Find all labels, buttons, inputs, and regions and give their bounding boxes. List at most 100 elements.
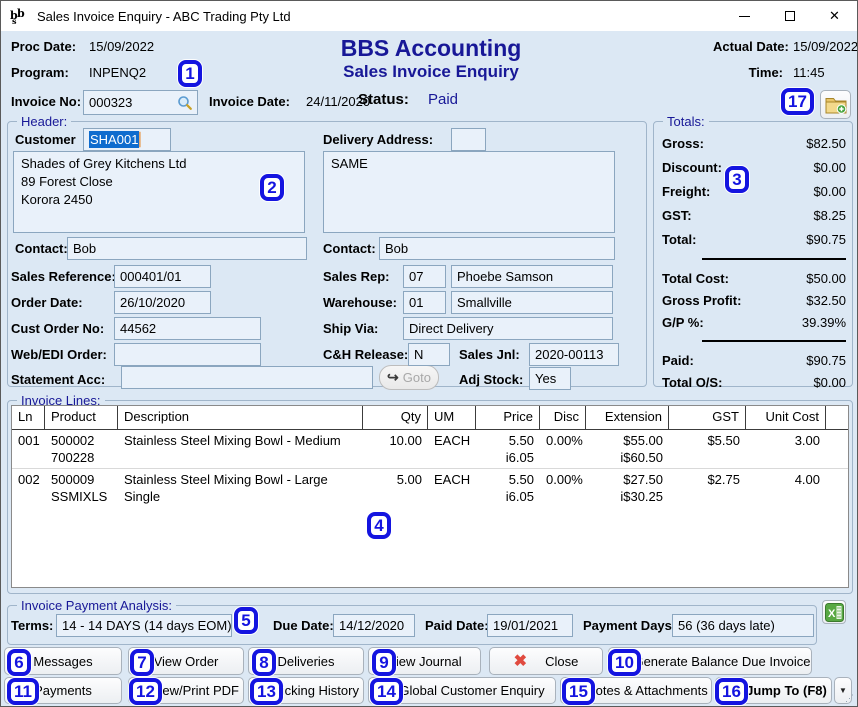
ship-via-field[interactable]: Direct Delivery xyxy=(403,317,613,340)
resize-grip[interactable]: ⋰ xyxy=(845,693,855,704)
som-mark-13: 13 xyxy=(250,678,283,705)
payment-days-field[interactable]: 56 (36 days late) xyxy=(672,614,814,637)
payment-days-label: Payment Days: xyxy=(583,618,676,633)
paid-date-field[interactable]: 19/01/2021 xyxy=(487,614,573,637)
sales-jnl-value: 2020-00113 xyxy=(535,347,603,362)
messages-button-label: Messages xyxy=(33,654,92,669)
cell-disc: 0.00% xyxy=(540,469,586,507)
paid-date-value: 19/01/2021 xyxy=(493,618,558,633)
som-mark-16: 16 xyxy=(715,678,748,705)
close-button[interactable]: ✖ Close xyxy=(489,647,603,675)
cell-um: EACH xyxy=(428,430,476,468)
svg-text:s: s xyxy=(12,16,17,25)
discount-label: Discount: xyxy=(662,160,722,175)
close-window-button[interactable]: ✕ xyxy=(812,1,857,31)
gross-value: $82.50 xyxy=(806,136,846,151)
cust-order-no-label: Cust Order No: xyxy=(11,321,104,336)
view-journal-button-label: View Journal xyxy=(387,654,461,669)
terms-field[interactable]: 14 - 14 DAYS (14 days EOM) xyxy=(56,614,232,637)
warehouse-code: 01 xyxy=(409,295,423,310)
invoice-date-label: Invoice Date: xyxy=(209,94,290,109)
som-mark-4: 4 xyxy=(367,512,391,539)
attachments-folder-button[interactable] xyxy=(820,90,851,119)
adj-stock-value: Yes xyxy=(535,371,556,386)
cust-order-no-field[interactable]: 44562 xyxy=(114,317,261,340)
cell-qty: 10.00 xyxy=(363,430,428,468)
customer-code-value: SHA001 xyxy=(89,131,139,148)
total-os-value: $0.00 xyxy=(813,375,846,390)
paid-date-label: Paid Date: xyxy=(425,618,489,633)
col-header-disc: Disc xyxy=(540,406,586,429)
sales-rep-name: Phoebe Samson xyxy=(457,269,553,284)
col-header-ln: Ln xyxy=(12,406,45,429)
warehouse-code-field[interactable]: 01 xyxy=(403,291,446,314)
delivery-contact-field[interactable]: Bob xyxy=(379,237,615,260)
cell-extension: $27.50 i$30.25 xyxy=(586,469,669,507)
cell-ln: 001 xyxy=(12,430,45,468)
search-icon[interactable] xyxy=(177,95,193,111)
maximize-button[interactable] xyxy=(767,1,812,31)
cell-description: Stainless Steel Mixing Bowl - Large Sing… xyxy=(118,469,363,507)
sales-reference-value: 000401/01 xyxy=(120,269,181,284)
gross-profit-value: $32.50 xyxy=(806,293,846,308)
sales-rep-code-field[interactable]: 07 xyxy=(403,265,446,288)
cell-filler xyxy=(826,469,849,507)
folder-add-icon xyxy=(825,95,847,114)
total-os-label: Total O/S: xyxy=(662,375,722,390)
table-row[interactable]: 002 500009 SSMIXLS Stainless Steel Mixin… xyxy=(12,469,848,507)
ship-via-label: Ship Via: xyxy=(323,321,378,336)
sales-reference-field[interactable]: 000401/01 xyxy=(114,265,211,288)
sales-jnl-field[interactable]: 2020-00113 xyxy=(529,343,619,366)
time-label: Time: xyxy=(713,65,783,80)
warehouse-name-field[interactable]: Smallville xyxy=(451,291,613,314)
sales-reference-label: Sales Reference: xyxy=(11,269,116,284)
paid-label: Paid: xyxy=(662,353,694,368)
close-icon: ✕ xyxy=(829,8,840,24)
goto-label: Goto xyxy=(403,370,431,385)
customer-label: Customer xyxy=(15,132,76,147)
col-header-qty: Qty xyxy=(363,406,428,429)
gst-value: $8.25 xyxy=(813,208,846,223)
contact-field[interactable]: Bob xyxy=(67,237,307,260)
total-value: $90.75 xyxy=(806,232,846,247)
table-row[interactable]: 001 500002 700228 Stainless Steel Mixing… xyxy=(12,430,848,469)
ch-release-value: N xyxy=(414,347,423,362)
som-mark-5: 5 xyxy=(234,607,258,634)
proc-date-label: Proc Date: xyxy=(11,39,76,54)
goto-button[interactable]: ↪ Goto xyxy=(379,365,439,390)
invoice-no-field[interactable]: 000323 xyxy=(83,90,198,115)
col-header-price: Price xyxy=(476,406,540,429)
sales-rep-name-field[interactable]: Phoebe Samson xyxy=(451,265,613,288)
statement-acc-label: Statement Acc: xyxy=(11,372,105,387)
customer-code-field[interactable]: SHA001▏ xyxy=(83,128,171,151)
freight-value: $0.00 xyxy=(813,184,846,199)
customer-address-value: Shades of Grey Kitchens Ltd 89 Forest Cl… xyxy=(21,156,186,207)
gp-percent-value: 39.39% xyxy=(802,315,846,330)
due-date-field[interactable]: 14/12/2020 xyxy=(333,614,415,637)
delivery-address-box[interactable]: SAME xyxy=(323,151,615,233)
adj-stock-label: Adj Stock: xyxy=(459,372,523,387)
cell-unit-cost: 3.00 xyxy=(746,430,826,468)
som-mark-8: 8 xyxy=(252,649,276,676)
sales-jnl-label: Sales Jnl: xyxy=(459,347,520,362)
col-header-um: UM xyxy=(428,406,476,429)
totals-divider xyxy=(702,340,846,342)
screen-title: Sales Invoice Enquiry xyxy=(231,62,631,82)
web-edi-order-field[interactable] xyxy=(114,343,261,366)
cell-price: 5.50 i6.05 xyxy=(476,469,540,507)
totals-group-label: Totals: xyxy=(663,114,709,129)
minimize-button[interactable] xyxy=(722,1,767,31)
som-mark-1: 1 xyxy=(178,60,202,87)
svg-text:X: X xyxy=(828,608,836,620)
totals-divider xyxy=(702,258,846,260)
adj-stock-field[interactable]: Yes xyxy=(529,367,571,390)
sales-rep-label: Sales Rep: xyxy=(323,269,389,284)
statement-acc-field[interactable] xyxy=(121,366,373,389)
delivery-code-field[interactable] xyxy=(451,128,486,151)
som-mark-14: 14 xyxy=(370,678,403,705)
ch-release-field[interactable]: N xyxy=(408,343,450,366)
order-date-field[interactable]: 26/10/2020 xyxy=(114,291,211,314)
freight-label: Freight: xyxy=(662,184,710,199)
program-label: Program: xyxy=(11,65,69,80)
export-excel-button[interactable]: X xyxy=(822,600,846,624)
